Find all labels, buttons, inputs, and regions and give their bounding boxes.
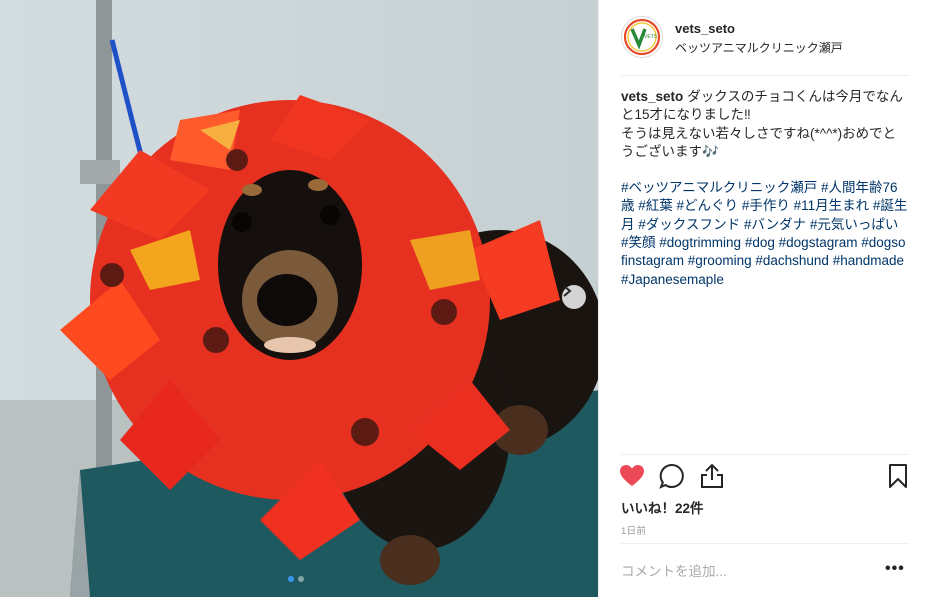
clinic-logo-icon: VETS xyxy=(623,18,661,56)
username-link[interactable]: vets_seto xyxy=(675,21,735,36)
dog-photo-image xyxy=(0,0,598,597)
carousel-next-button[interactable] xyxy=(562,285,586,309)
carousel-dot-active xyxy=(288,576,294,582)
post-timestamp[interactable]: 1日前 xyxy=(621,523,646,537)
caption-username[interactable]: vets_seto xyxy=(621,89,683,104)
caption-text-line-2: そうは見えない若々しさですね(*^^*)おめでとうございます xyxy=(621,125,897,159)
hashtag-link[interactable]: #ダックスフンド xyxy=(638,217,740,232)
hashtag-link[interactable]: #11月生まれ xyxy=(794,198,870,213)
like-button[interactable] xyxy=(618,462,646,490)
hashtag-link[interactable]: #dog xyxy=(745,235,775,250)
bookmark-icon xyxy=(889,464,907,488)
comment-button[interactable] xyxy=(658,462,686,490)
hashtag-link[interactable]: #dachshund xyxy=(755,253,829,268)
hashtag-link[interactable]: #dogtrimming xyxy=(659,235,741,250)
post-caption: vets_seto ダックスのチョコくんは今月でなんと15才になりました‼ そうは… xyxy=(621,88,909,289)
post-details-panel: VETS vets_seto ベッツアニマルクリニック瀬戸 vets_seto ダ… xyxy=(598,0,930,597)
chevron-right-icon xyxy=(563,285,572,297)
post-header: VETS vets_seto ベッツアニマルクリニック瀬戸 xyxy=(621,14,909,76)
more-options-button[interactable]: ••• xyxy=(885,561,905,577)
svg-text:VETS: VETS xyxy=(644,34,658,40)
share-icon xyxy=(701,463,723,488)
carousel-dot xyxy=(298,576,304,582)
music-emoji-icon: 🎶 xyxy=(702,143,719,159)
post-photo[interactable] xyxy=(0,0,598,597)
hashtag-link[interactable]: #どんぐり xyxy=(677,198,739,213)
hashtag-link[interactable]: #元気いっぱい xyxy=(810,217,899,232)
hashtag-link[interactable]: #ベッツアニマルクリニック瀬戸 xyxy=(621,180,817,195)
location-link[interactable]: ベッツアニマルクリニック瀬戸 xyxy=(675,39,843,56)
divider xyxy=(621,543,909,544)
divider xyxy=(621,454,909,455)
save-button[interactable] xyxy=(884,462,912,490)
hashtag-link[interactable]: #handmade xyxy=(833,253,904,268)
share-button[interactable] xyxy=(698,462,726,490)
hashtag-link[interactable]: #手作り xyxy=(742,198,790,213)
carousel-indicator xyxy=(288,576,304,582)
hashtag-list: #ベッツアニマルクリニック瀬戸 #人間年齢76歳 #紅葉 #どんぐり #手作り … xyxy=(621,179,909,289)
hashtag-link[interactable]: #grooming xyxy=(688,253,752,268)
hashtag-link[interactable]: #笑顔 xyxy=(621,235,656,250)
heart-icon xyxy=(620,465,644,486)
hashtag-link[interactable]: #バンダナ xyxy=(744,217,806,232)
action-bar xyxy=(618,462,912,492)
avatar[interactable]: VETS xyxy=(621,16,663,58)
hashtag-link[interactable]: #dogstagram xyxy=(779,235,858,250)
likes-count[interactable]: いいね！22件 xyxy=(621,497,704,517)
hashtag-link[interactable]: #紅葉 xyxy=(638,198,673,213)
comment-icon xyxy=(659,463,684,489)
hashtag-link[interactable]: #Japanesemaple xyxy=(621,272,724,287)
comment-input[interactable] xyxy=(621,558,871,584)
